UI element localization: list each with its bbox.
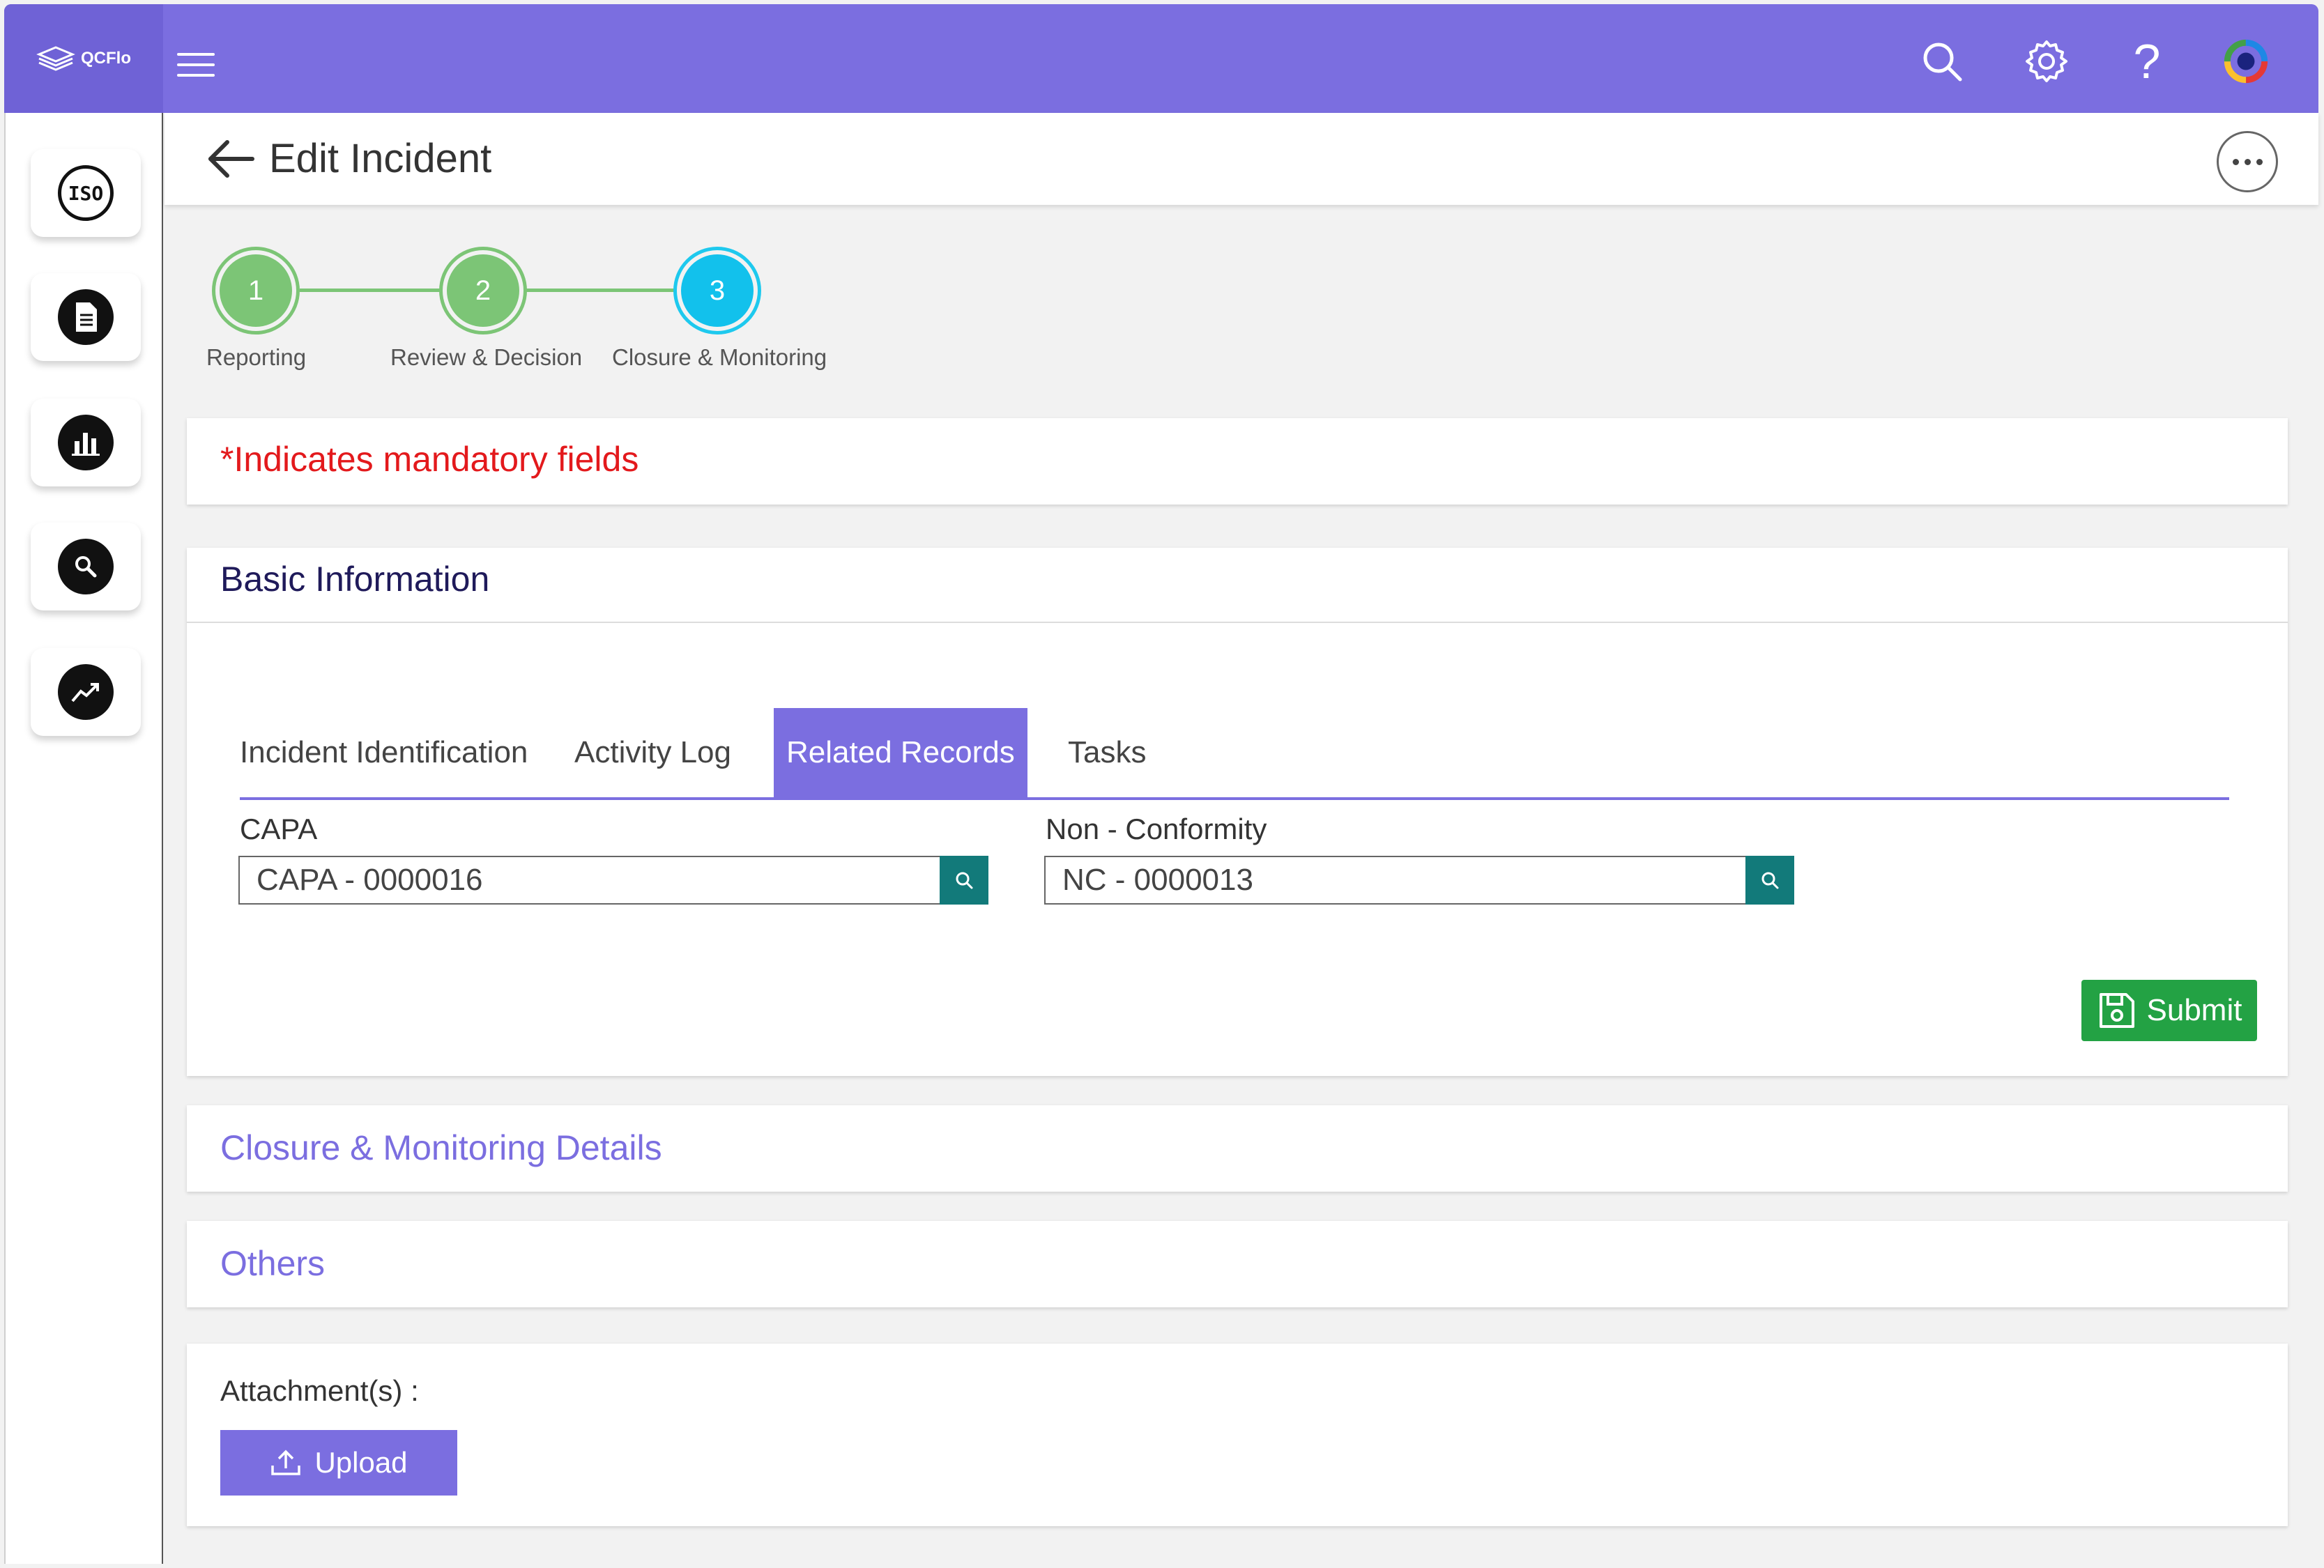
sidebar-item-trends[interactable] (31, 648, 141, 736)
step-closure-monitoring[interactable]: 3 (673, 247, 761, 335)
search-icon (956, 872, 973, 889)
step-review-decision[interactable]: 2 (439, 247, 527, 335)
step-label: Closure & Monitoring (612, 344, 827, 370)
gear-icon[interactable] (2024, 39, 2069, 84)
top-bar: QCFlo ? (4, 4, 2318, 113)
section-divider (187, 622, 2288, 623)
others-card: Others (187, 1221, 2288, 1307)
step-connector (526, 289, 680, 292)
mandatory-note: *Indicates mandatory fields (220, 440, 639, 479)
left-sidebar: ISO (4, 113, 163, 1564)
nc-input[interactable] (1046, 857, 1793, 903)
mandatory-note-card: *Indicates mandatory fields (187, 418, 2288, 505)
capa-label: CAPA (240, 813, 318, 845)
attachments-card: Attachment(s) : Upload (187, 1344, 2288, 1526)
search-icon[interactable] (1920, 39, 1964, 84)
nc-label: Non - Conformity (1046, 813, 1267, 845)
section-title-closure-monitoring[interactable]: Closure & Monitoring Details (220, 1128, 662, 1168)
step-number: 3 (681, 254, 754, 327)
step-number: 1 (220, 254, 292, 327)
user-avatar[interactable] (2224, 39, 2268, 84)
submit-button[interactable]: Submit (2081, 980, 2257, 1041)
tab-related-records[interactable]: Related Records (774, 708, 1027, 797)
step-reporting[interactable]: 1 (212, 247, 300, 335)
search-icon (1761, 872, 1779, 889)
help-icon[interactable]: ? (2125, 37, 2169, 86)
capa-input[interactable] (240, 857, 987, 903)
back-arrow-icon[interactable] (206, 139, 255, 178)
nc-search-button[interactable] (1745, 856, 1794, 905)
upload-button[interactable]: Upload (220, 1430, 457, 1496)
basic-information-card: Basic Information Incident Identificatio… (187, 548, 2288, 1076)
save-icon (2099, 993, 2134, 1028)
document-icon (58, 289, 114, 345)
menu-icon[interactable] (177, 53, 215, 81)
sidebar-item-iso[interactable]: ISO (31, 149, 141, 237)
submit-label: Submit (2146, 993, 2242, 1027)
app-logo-text: QCFlo (81, 49, 131, 68)
page-header: Edit Incident (165, 113, 2318, 205)
trend-icon (58, 664, 114, 720)
tab-activity-log[interactable]: Activity Log (574, 708, 731, 797)
iso-icon: ISO (58, 165, 114, 221)
step-number: 2 (447, 254, 519, 327)
step-label: Reporting (206, 344, 307, 370)
upload-icon (271, 1450, 301, 1475)
closure-monitoring-card: Closure & Monitoring Details (187, 1105, 2288, 1192)
upload-label: Upload (314, 1446, 408, 1479)
sidebar-item-search[interactable] (31, 523, 141, 610)
capa-field (238, 856, 988, 905)
chart-icon (58, 415, 114, 470)
search-icon (58, 539, 114, 594)
tabs-underline (240, 797, 2229, 800)
tab-incident-identification[interactable]: Incident Identification (240, 708, 528, 797)
app-logo[interactable]: QCFlo (4, 4, 163, 113)
more-options-button[interactable] (2217, 131, 2278, 192)
layers-icon (36, 46, 75, 71)
step-connector (300, 289, 445, 292)
page-title: Edit Incident (269, 136, 492, 181)
step-label: Review & Decision (390, 344, 583, 370)
section-title-basic-information[interactable]: Basic Information (220, 559, 489, 599)
section-title-others[interactable]: Others (220, 1243, 325, 1284)
sidebar-item-reports[interactable] (31, 399, 141, 486)
tab-tasks[interactable]: Tasks (1068, 708, 1146, 797)
attachments-label: Attachment(s) : (220, 1374, 419, 1407)
sidebar-item-documents[interactable] (31, 273, 141, 361)
capa-search-button[interactable] (940, 856, 988, 905)
nc-field (1044, 856, 1794, 905)
tabs-bar: Incident Identification Activity Log Rel… (240, 666, 2229, 800)
